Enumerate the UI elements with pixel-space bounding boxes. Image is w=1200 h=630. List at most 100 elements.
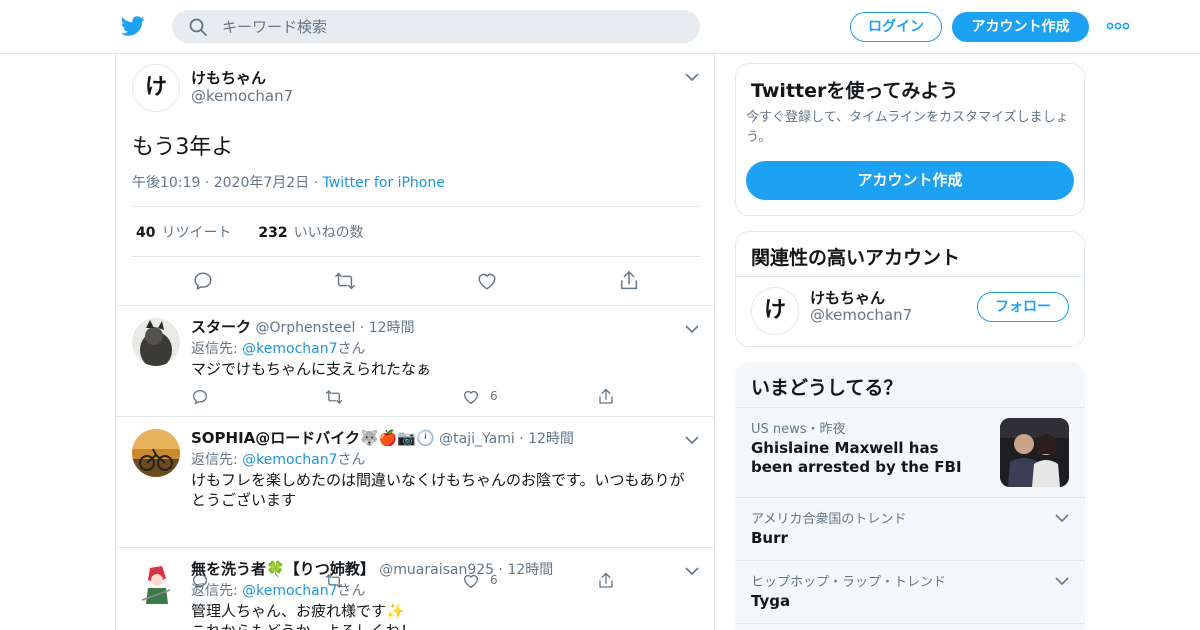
mention-link[interactable]: @kemochan7: [242, 452, 337, 468]
reply-header: 無を洗う者🍀【りつ姉教】 @muaraisan925 · 12時間: [191, 560, 554, 578]
reply-author-handle[interactable]: @taji_Yami: [439, 431, 515, 447]
more-dots-icon[interactable]: [1106, 21, 1130, 31]
reply-text: マジでけもちゃんに支えられたなぁ: [191, 360, 432, 378]
divider: [735, 623, 1085, 630]
tweet-date[interactable]: 2020年7月2日: [214, 175, 309, 191]
retweet-label: リツイート: [161, 225, 232, 241]
signup-card: Twitterを使ってみよう 今すぐ登録して、タイムラインをカスタマイズしましょ…: [735, 63, 1085, 216]
reply-tweet[interactable]: 無を洗う者🍀【りつ姉教】 @muaraisan925 · 12時間 返信先: @…: [116, 548, 714, 630]
search-bar[interactable]: [172, 10, 700, 43]
reply-time[interactable]: 12時間: [507, 562, 553, 578]
reply-to-line: 返信先: @kemochan7さん: [191, 449, 366, 469]
chevron-down-icon[interactable]: [1055, 576, 1069, 586]
retweet-icon[interactable]: [325, 388, 343, 406]
reply-to-label: 返信先:: [191, 341, 243, 357]
like-count: 232: [258, 225, 288, 241]
reply-author-name[interactable]: 無を洗う者🍀【りつ姉教】: [191, 560, 375, 578]
trend-item[interactable]: アメリカ合衆国のトレンド Burr: [735, 497, 1085, 560]
trend-item[interactable]: US news・昨夜 Ghislaine Maxwell has been ar…: [735, 407, 1085, 497]
retweet-count: 40: [136, 225, 156, 241]
trend-meta: アメリカ合衆国のトレンド: [751, 512, 907, 527]
avatar[interactable]: [132, 429, 180, 477]
signup-button[interactable]: アカウント作成: [952, 12, 1089, 42]
trend-name: Burr: [751, 529, 788, 547]
reply-author-name[interactable]: スターク: [191, 318, 251, 336]
reply-author-name[interactable]: SOPHIA@ロードバイク🐺🍎📷🕛: [191, 429, 435, 447]
reply-icon[interactable]: [191, 388, 209, 406]
reply-to-label: 返信先:: [191, 583, 243, 599]
reply-tweet[interactable]: スターク @Orphensteel · 12時間 返信先: @kemochan7…: [116, 306, 714, 416]
share-icon[interactable]: [618, 270, 640, 292]
reply-text-line: これからもどうか、よろしくね！: [191, 621, 691, 630]
signup-card-description: 今すぐ登録して、タイムラインをカスタマイズしましょう。: [746, 110, 1069, 145]
login-button[interactable]: ログイン: [850, 12, 942, 42]
trend-meta: ヒップホップ・ラップ・トレンド: [751, 575, 947, 590]
mention-link[interactable]: @kemochan7: [242, 341, 337, 357]
avatar[interactable]: け: [132, 64, 180, 112]
retweet-icon[interactable]: [334, 270, 356, 292]
top-navigation-bar: ログイン アカウント作成: [0, 0, 1200, 54]
signup-card-button[interactable]: アカウント作成: [746, 161, 1074, 200]
related-accounts-title: 関連性の高いアカウント: [751, 247, 961, 269]
twitter-bird-icon[interactable]: [120, 14, 146, 38]
heart-icon[interactable]: [462, 388, 480, 406]
tweet-metadata: 午後10:19 · 2020年7月2日 · Twitter for iPhone: [132, 175, 445, 191]
author-handle[interactable]: @kemochan7: [191, 87, 293, 105]
trend-item[interactable]: ヒップホップ・ラップ・トレンド Tyga: [735, 560, 1085, 623]
signup-card-title: Twitterを使ってみよう: [751, 80, 959, 102]
reply-header: スターク @Orphensteel · 12時間: [191, 318, 415, 336]
reply-to-line: 返信先: @kemochan7さん: [191, 338, 366, 358]
reply-text: けもフレを楽しめたのは間違いなくけもちゃんのお陰です。いつもありがとうございます: [191, 471, 685, 509]
heart-icon[interactable]: [476, 270, 498, 292]
trends-title: いまどうしてる？: [751, 377, 903, 399]
reply-author-handle[interactable]: @Orphensteel: [255, 320, 355, 336]
author-name[interactable]: けもちゃん: [191, 67, 266, 88]
divider: [132, 206, 700, 207]
related-accounts-card: 関連性の高いアカウント け けもちゃん @kemochan7 フォロー: [735, 231, 1085, 347]
news-image: [1000, 418, 1069, 487]
avatar[interactable]: け: [751, 287, 799, 335]
like-count-link[interactable]: 232 いいねの数: [258, 225, 363, 241]
reply-actions: 6: [191, 388, 631, 408]
follow-button[interactable]: フォロー: [977, 292, 1069, 322]
main-timeline-column: け けもちゃん @kemochan7 もう3年よ 午後10:19 · 2020年…: [115, 54, 715, 630]
reply-to-line: 返信先: @kemochan7さん: [191, 580, 366, 600]
mention-suffix: さん: [337, 341, 366, 357]
related-account-handle[interactable]: @kemochan7: [810, 306, 912, 324]
trend-name: Tyga: [751, 592, 791, 610]
tweet-stats: 40 リツイート 232 いいねの数: [136, 222, 364, 242]
avatar[interactable]: [132, 560, 180, 608]
reply-to-label: 返信先:: [191, 452, 243, 468]
chevron-down-icon[interactable]: [685, 566, 699, 576]
tweet-source-link[interactable]: Twitter for iPhone: [323, 175, 445, 191]
related-account-name[interactable]: けもちゃん: [810, 287, 885, 308]
retweet-count-link[interactable]: 40 リツイート: [136, 225, 231, 241]
reply-time[interactable]: 12時間: [528, 431, 574, 447]
reply-text-line: 管理人ちゃん、お疲れ様です✨: [191, 602, 405, 620]
reply-author-handle[interactable]: @muaraisan925: [379, 562, 494, 578]
divider: [132, 256, 700, 257]
chevron-down-icon[interactable]: [1055, 513, 1069, 523]
avatar-image: [132, 429, 180, 477]
search-input[interactable]: [222, 10, 682, 43]
chevron-down-icon[interactable]: [685, 324, 699, 334]
mention-link[interactable]: @kemochan7: [242, 583, 337, 599]
mention-suffix: さん: [337, 583, 366, 599]
reply-tweet[interactable]: SOPHIA@ロードバイク🐺🍎📷🕛 @taji_Yami · 12時間 返信先:…: [116, 417, 714, 547]
reply-header: SOPHIA@ロードバイク🐺🍎📷🕛 @taji_Yami · 12時間: [191, 429, 574, 447]
chevron-down-icon[interactable]: [685, 435, 699, 445]
trend-meta: US news・昨夜: [751, 422, 846, 437]
search-icon: [189, 18, 207, 36]
avatar-image: [132, 318, 180, 366]
like-count: 6: [490, 389, 498, 403]
mention-suffix: さん: [337, 452, 366, 468]
share-icon[interactable]: [597, 388, 615, 406]
news-thumbnail[interactable]: [1000, 418, 1069, 487]
tweet-time[interactable]: 午後10:19: [132, 175, 200, 191]
avatar[interactable]: [132, 318, 180, 366]
reply-time[interactable]: 12時間: [369, 320, 415, 336]
tweet-text: もう3年よ: [132, 135, 234, 160]
trends-panel: いまどうしてる？ US news・昨夜 Ghislaine Maxwell ha…: [735, 362, 1085, 630]
reply-icon[interactable]: [192, 270, 214, 292]
chevron-down-icon[interactable]: [685, 72, 699, 82]
